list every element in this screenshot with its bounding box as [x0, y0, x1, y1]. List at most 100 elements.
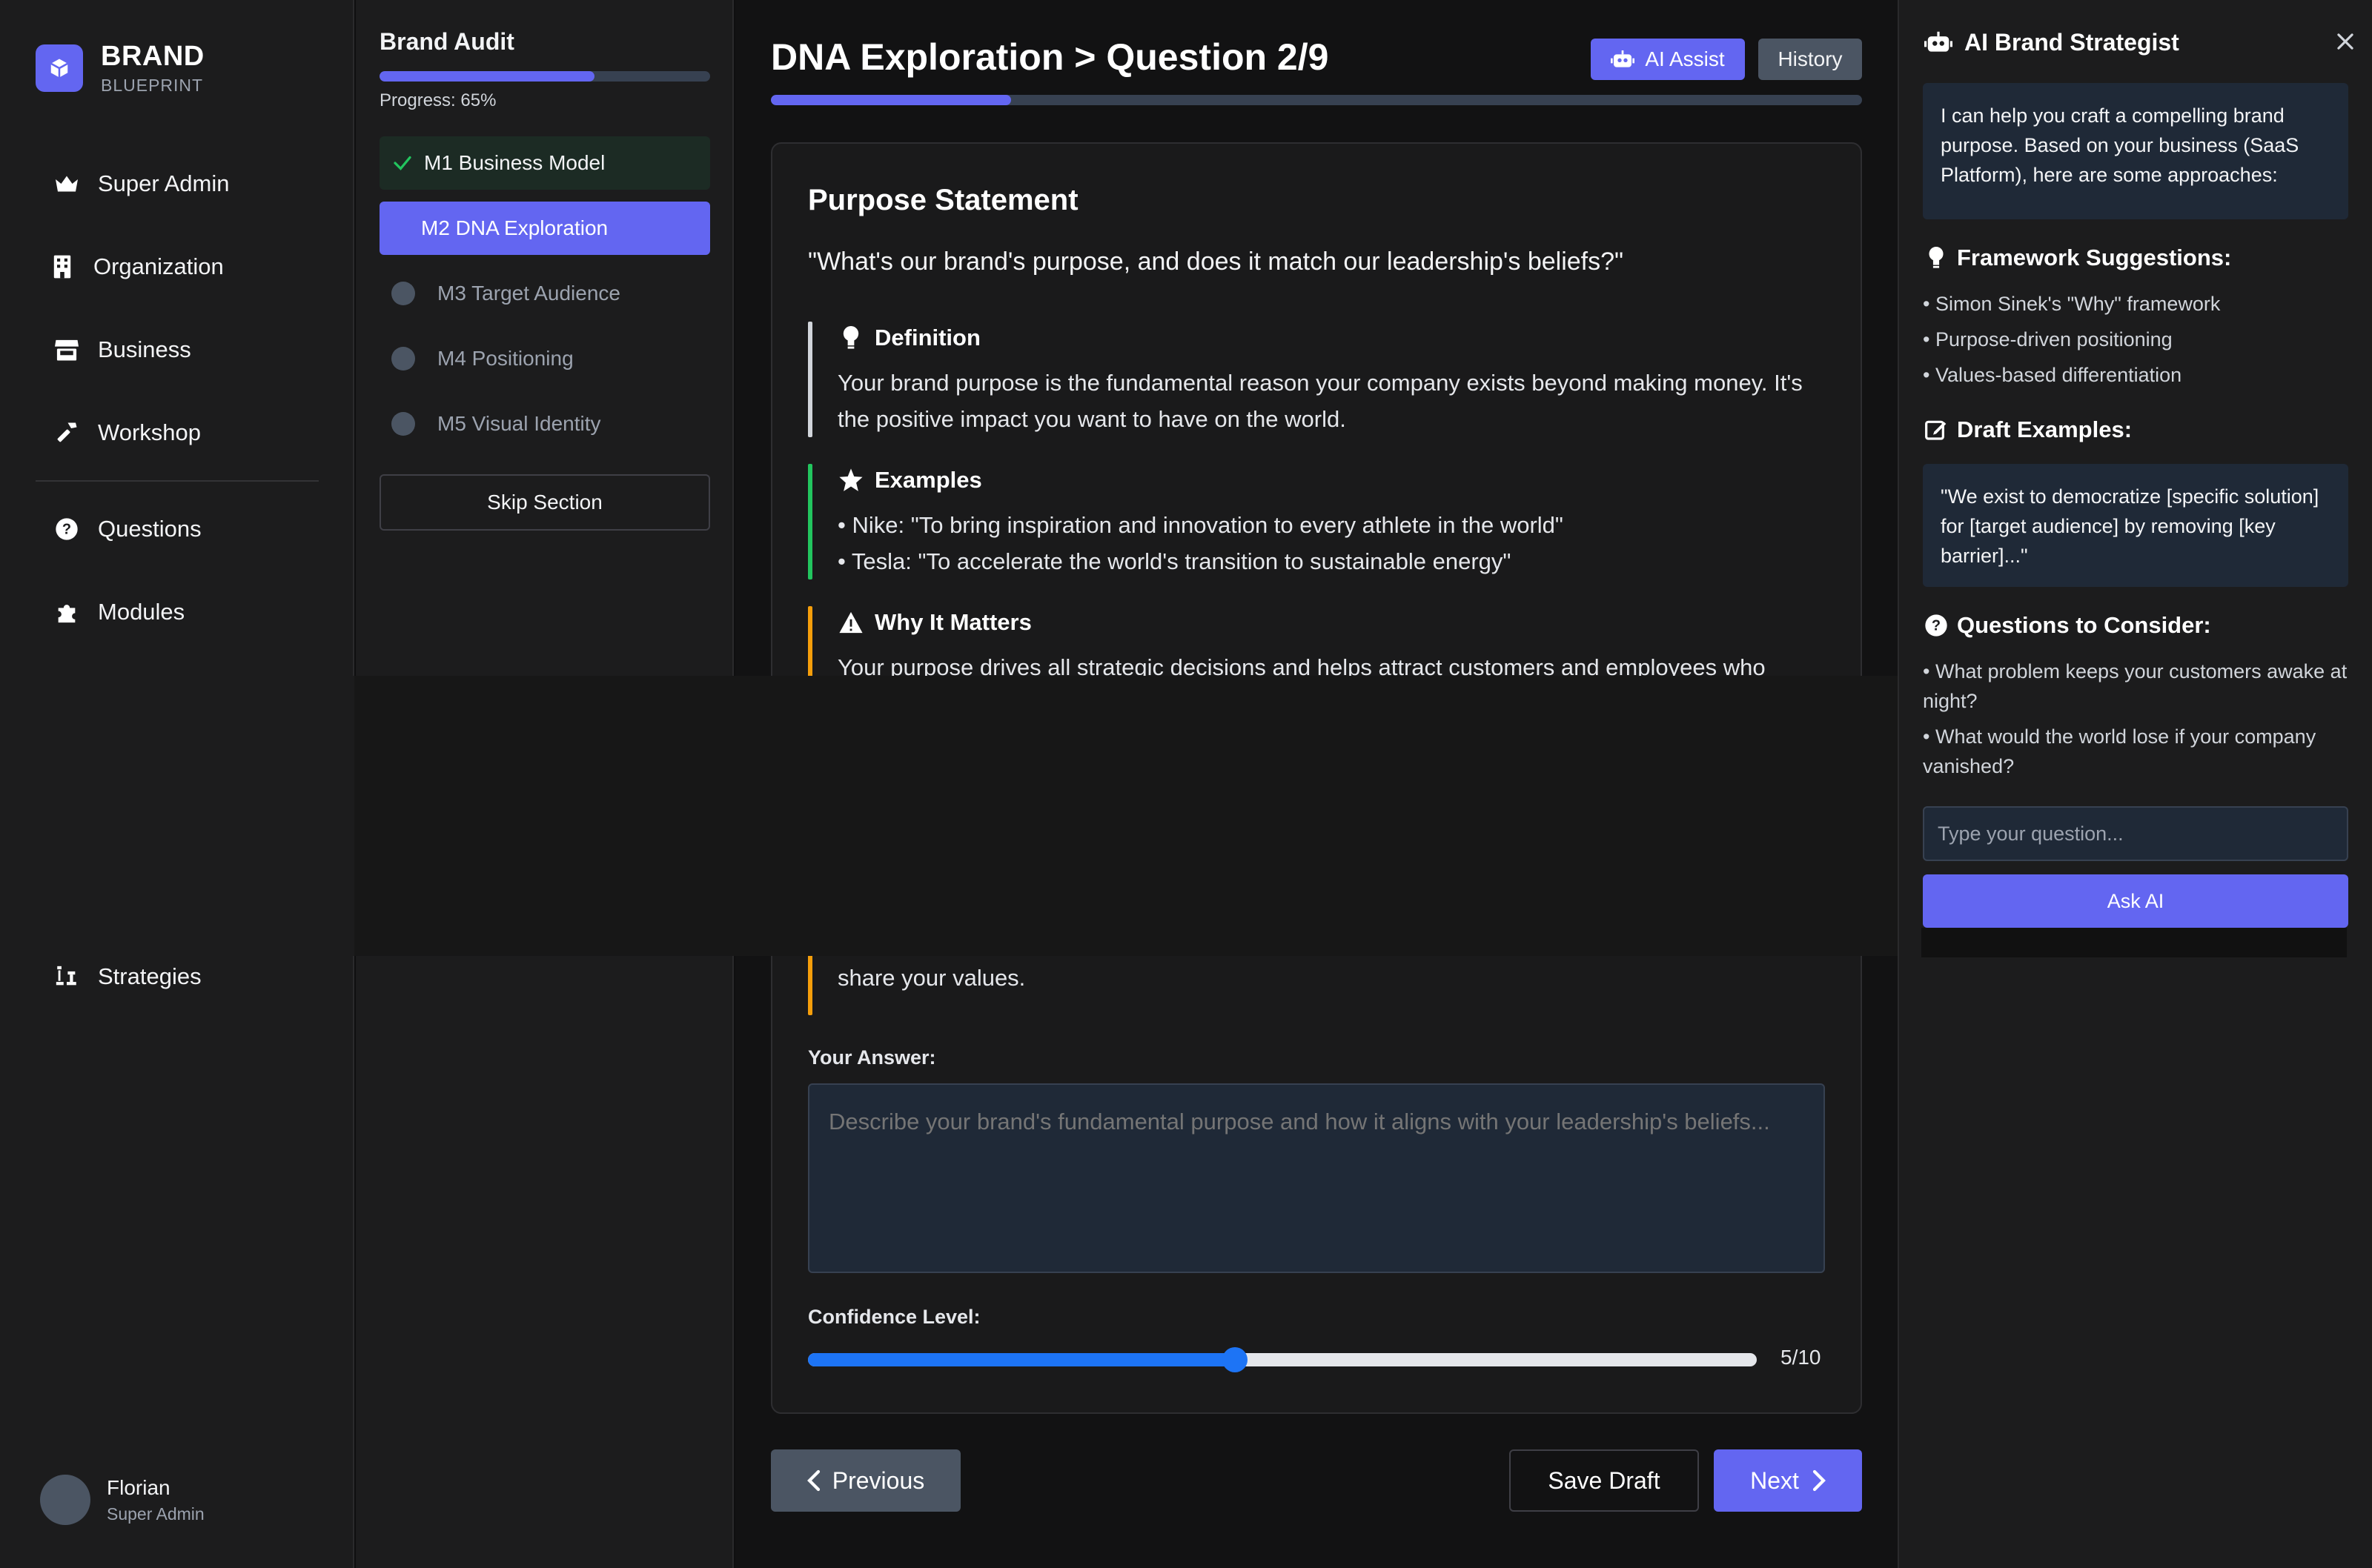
- save-draft-button[interactable]: Save Draft: [1509, 1449, 1699, 1512]
- history-button[interactable]: History: [1758, 39, 1862, 80]
- question-circle-icon: ?: [1923, 612, 1949, 639]
- section-accent: [808, 322, 812, 437]
- consider-item: • What would the world lose if your comp…: [1923, 725, 2316, 777]
- question-progress-fill: [771, 95, 1011, 105]
- edit-icon: [1923, 416, 1949, 443]
- hammer-icon: [50, 416, 83, 449]
- drafts-heading: Draft Examples:: [1957, 416, 2133, 442]
- framework-heading: Framework Suggestions:: [1957, 245, 2232, 270]
- framework-item: • Purpose-driven positioning: [1923, 328, 2173, 351]
- nav-label: Workshop: [98, 419, 201, 445]
- user-name: Florian: [107, 1475, 170, 1499]
- confidence-value: 5/10: [1780, 1346, 1821, 1369]
- module-item-m3[interactable]: M3 Target Audience: [380, 267, 710, 320]
- nav-item-strategies[interactable]: Strategies: [50, 960, 202, 993]
- check-icon: [391, 152, 414, 174]
- brand[interactable]: BRAND BLUEPRINT: [36, 40, 205, 96]
- crown-icon: [50, 167, 83, 200]
- nav-label: Strategies: [98, 963, 202, 989]
- ask-ai-button[interactable]: Ask AI: [1923, 874, 2348, 928]
- examples-heading: Examples: [875, 467, 982, 493]
- avatar: [40, 1475, 90, 1525]
- svg-text:?: ?: [1932, 618, 1941, 634]
- nav-divider: [36, 480, 319, 482]
- answer-label: Your Answer:: [808, 1046, 936, 1069]
- robot-icon: [1923, 27, 1954, 58]
- render-glitch-region: [0, 676, 354, 956]
- warning-icon: [838, 609, 864, 636]
- definition-heading: Definition: [875, 325, 981, 351]
- nav-item-organization[interactable]: Organization: [46, 250, 224, 283]
- nav-item-super-admin[interactable]: Super Admin: [50, 167, 230, 200]
- previous-button[interactable]: Previous: [771, 1449, 961, 1512]
- framework-item: • Simon Sinek's "Why" framework: [1923, 293, 2221, 315]
- ai-assist-button[interactable]: AI Assist: [1591, 39, 1745, 80]
- module-label: M2 DNA Exploration: [421, 216, 609, 239]
- building-icon: [46, 250, 79, 283]
- example-item: • Tesla: "To accelerate the world's tran…: [838, 548, 1511, 574]
- next-label: Next: [1750, 1466, 1799, 1494]
- definition-body: Your brand purpose is the fundamental re…: [838, 370, 1803, 432]
- nav-label: Super Admin: [98, 170, 230, 196]
- lightbulb-icon: [1923, 245, 1949, 271]
- slider-fill: [808, 1353, 1235, 1366]
- why-section: Why It Matters Your purpose drives all s…: [808, 606, 1825, 677]
- draft-example: "We exist to democratize [specific solut…: [1923, 464, 2348, 587]
- answer-textarea[interactable]: [808, 1083, 1825, 1273]
- chevron-right-icon: [1812, 1469, 1826, 1492]
- nav-label: Business: [98, 336, 191, 362]
- close-icon[interactable]: [2330, 27, 2360, 56]
- confidence-slider[interactable]: [808, 1347, 1757, 1372]
- star-icon: [838, 467, 864, 494]
- previous-label: Previous: [832, 1466, 925, 1494]
- brand-subtitle: BLUEPRINT: [101, 76, 204, 95]
- ai-intro-message: I can help you craft a compelling brand …: [1923, 83, 2348, 219]
- nav-item-business[interactable]: Business: [50, 333, 191, 366]
- module-label: M4 Positioning: [437, 347, 574, 370]
- audit-title: Brand Audit: [380, 28, 514, 55]
- nav-label: Modules: [98, 599, 185, 625]
- module-item-m2[interactable]: M2 DNA Exploration: [380, 202, 710, 255]
- definition-section: Definition Your brand purpose is the fun…: [808, 322, 1825, 437]
- why-body-end: share your values.: [838, 965, 1026, 991]
- nav-label: Organization: [93, 253, 224, 279]
- consider-item: • What problem keeps your customers awak…: [1923, 660, 2348, 712]
- nav-item-workshop[interactable]: Workshop: [50, 416, 201, 449]
- question-title: Purpose Statement: [808, 184, 1079, 216]
- framework-list: • Simon Sinek's "Why" framework • Purpos…: [1923, 289, 2348, 396]
- ai-assistant-panel: AI Brand Strategist I can help you craft…: [1898, 0, 2372, 1568]
- pending-dot-icon: [391, 412, 415, 436]
- module-item-m1[interactable]: M1 Business Model: [380, 136, 710, 190]
- ai-question-input[interactable]: [1923, 806, 2348, 861]
- module-item-m5[interactable]: M5 Visual Identity: [380, 397, 710, 451]
- module-label: M3 Target Audience: [437, 282, 620, 305]
- section-accent: [808, 464, 812, 579]
- skip-section-button[interactable]: Skip Section: [380, 474, 710, 531]
- module-label: M1 Business Model: [424, 151, 606, 174]
- nav-item-questions[interactable]: ? Questions: [50, 513, 202, 545]
- audit-progress-fill: [380, 71, 594, 82]
- module-item-m4[interactable]: M4 Positioning: [380, 332, 710, 385]
- user-role: Super Admin: [107, 1504, 205, 1524]
- audit-progress-bar: [380, 71, 710, 82]
- chevron-left-icon: [806, 1469, 821, 1492]
- next-button[interactable]: Next: [1714, 1449, 1862, 1512]
- framework-item: • Values-based differentiation: [1923, 364, 2182, 386]
- nav-item-modules[interactable]: Modules: [50, 596, 185, 628]
- slider-thumb[interactable]: [1222, 1347, 1248, 1372]
- why-heading: Why It Matters: [875, 609, 1032, 635]
- ai-panel-title: AI Brand Strategist: [1964, 28, 2179, 56]
- ai-assist-label: AI Assist: [1645, 47, 1725, 70]
- store-icon: [50, 333, 83, 366]
- section-accent: [808, 606, 812, 677]
- nav-label: Questions: [98, 516, 202, 542]
- brand-name: BRAND: [101, 41, 205, 72]
- consider-list: • What problem keeps your customers awak…: [1923, 657, 2348, 787]
- user-profile[interactable]: Florian Super Admin: [40, 1475, 205, 1525]
- render-glitch-band: [354, 676, 1898, 956]
- puzzle-icon: [50, 596, 83, 628]
- question-progress-bar: [771, 95, 1862, 105]
- lightbulb-icon: [838, 325, 864, 351]
- module-label: M5 Visual Identity: [437, 412, 601, 435]
- pending-dot-icon: [391, 347, 415, 371]
